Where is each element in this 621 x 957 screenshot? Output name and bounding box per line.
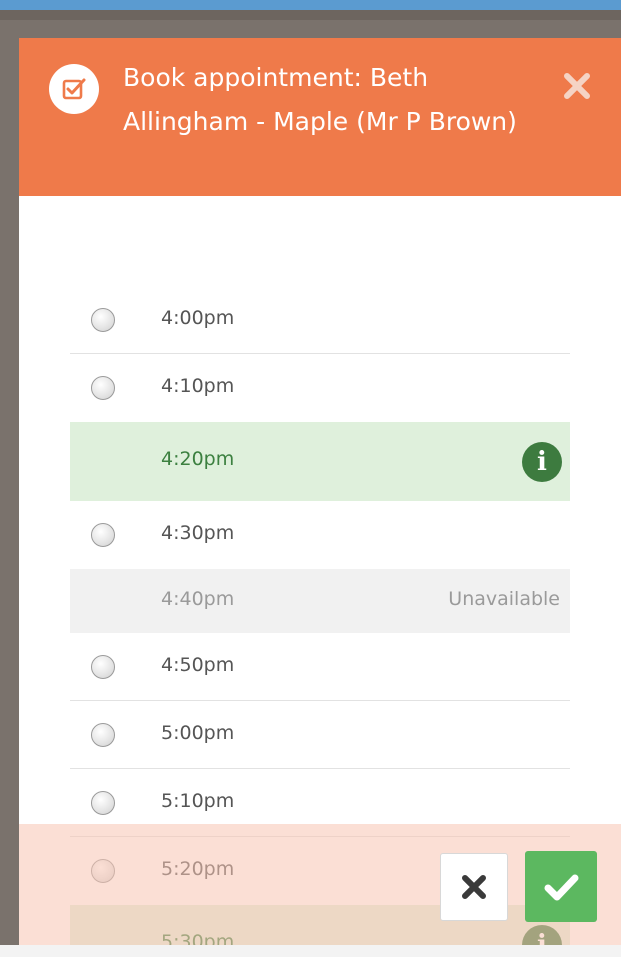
close-icon xyxy=(462,875,486,899)
slot-status: Unavailable xyxy=(448,588,560,610)
slot-time: 4:10pm xyxy=(161,375,235,397)
cancel-button[interactable] xyxy=(440,853,508,921)
slot-radio[interactable] xyxy=(91,523,115,547)
time-slot[interactable]: 4:00pm xyxy=(70,286,570,354)
slot-radio[interactable] xyxy=(91,655,115,679)
close-icon[interactable] xyxy=(559,68,595,104)
slot-time: 5:20pm xyxy=(161,858,235,880)
slot-radio[interactable] xyxy=(91,308,115,332)
modal-header: Book appointment: Beth Allingham - Maple… xyxy=(19,38,621,196)
slot-time: 5:30pm xyxy=(161,931,235,945)
slot-time: 4:40pm xyxy=(161,588,235,610)
top-bar xyxy=(0,0,621,10)
time-slot[interactable]: 4:30pm xyxy=(70,501,570,569)
time-slot[interactable]: 4:10pm xyxy=(70,354,570,422)
time-slot[interactable]: 4:50pm xyxy=(70,633,570,701)
info-icon[interactable]: i xyxy=(522,925,562,945)
time-slot[interactable]: 5:00pm xyxy=(70,701,570,769)
slot-radio[interactable] xyxy=(91,376,115,400)
time-slot-selected[interactable]: 4:20pm i xyxy=(70,422,570,501)
checkmark-icon xyxy=(544,874,579,900)
slot-radio[interactable] xyxy=(91,859,115,883)
page-background xyxy=(0,10,621,20)
slot-time: 5:10pm xyxy=(161,790,235,812)
time-slot[interactable]: 5:10pm xyxy=(70,769,570,837)
info-icon[interactable]: i xyxy=(522,442,562,482)
slot-time: 4:30pm xyxy=(161,522,235,544)
slot-time: 4:50pm xyxy=(161,654,235,676)
slot-time: 5:00pm xyxy=(161,722,235,744)
slot-radio[interactable] xyxy=(91,791,115,815)
time-slot-unavailable: 4:40pm Unavailable xyxy=(70,569,570,633)
slot-time: 4:20pm xyxy=(161,448,235,470)
confirm-button[interactable] xyxy=(525,851,597,922)
modal-title: Book appointment: Beth Allingham - Maple… xyxy=(123,63,517,136)
book-appointment-modal: Book appointment: Beth Allingham - Maple… xyxy=(19,38,621,945)
bottom-strip xyxy=(0,945,621,957)
checkbox-edit-icon xyxy=(49,64,99,114)
slot-time: 4:00pm xyxy=(161,307,235,329)
slot-radio[interactable] xyxy=(91,723,115,747)
